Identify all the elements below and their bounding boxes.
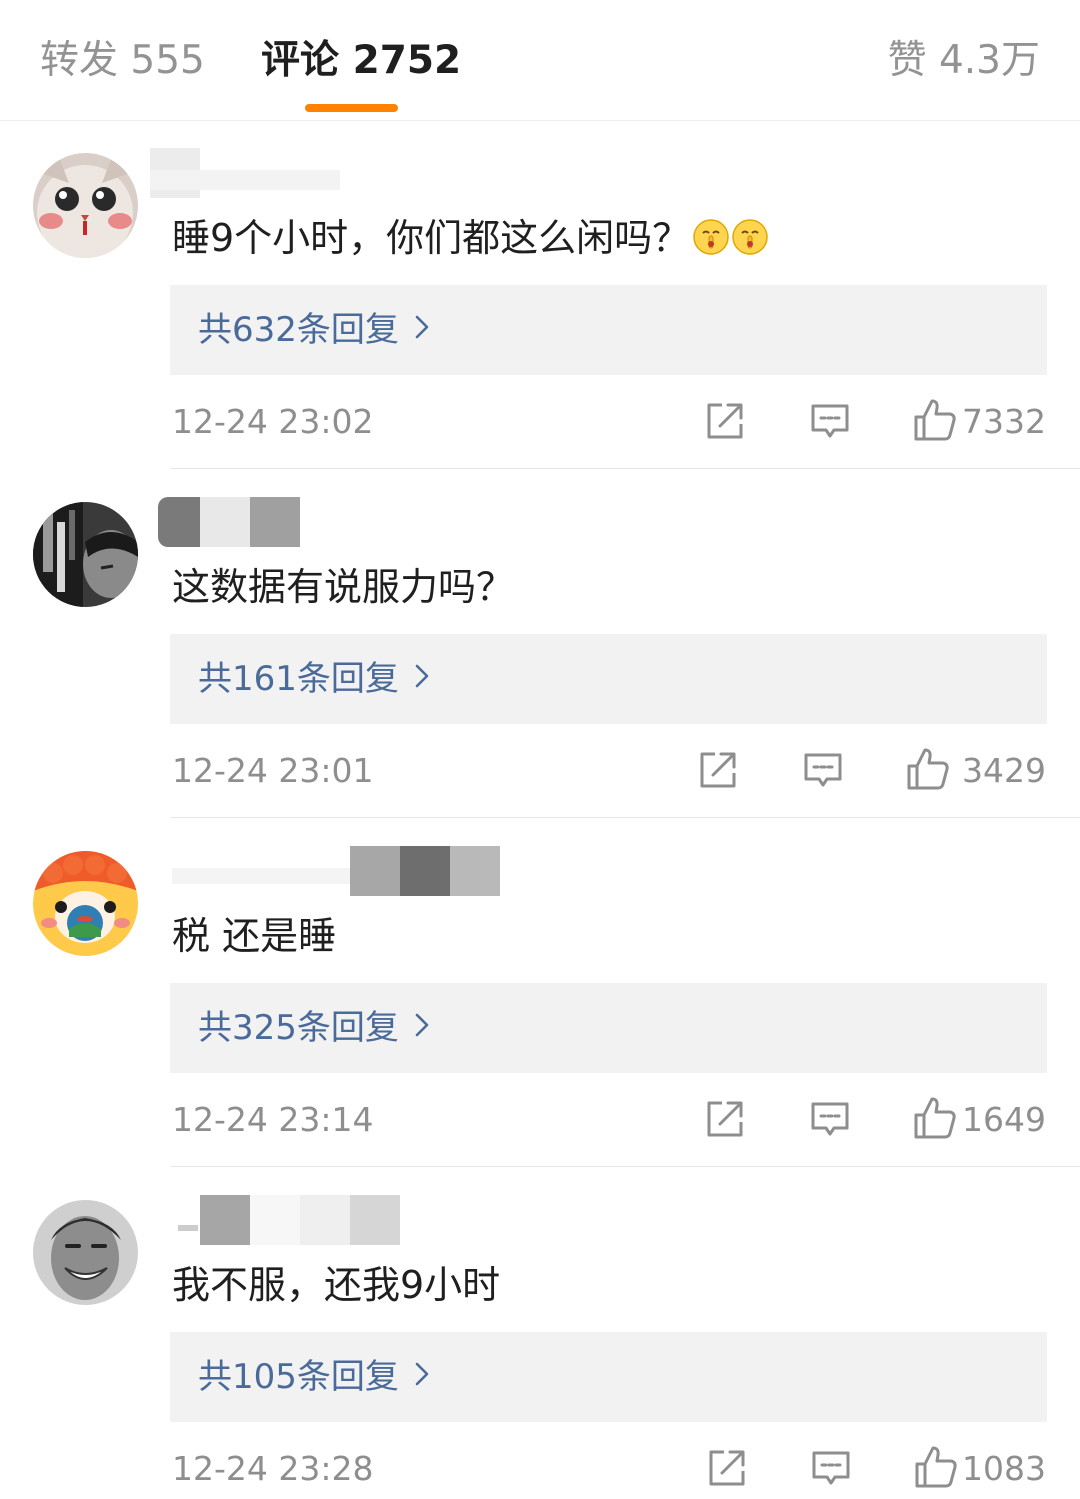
chevron-right-icon: [415, 1362, 429, 1386]
timestamp: 12-24 23:02: [172, 402, 374, 441]
comment-item: 睡9个小时，你们都这么闲吗？ 共632条回复 12-24 23:02 7332: [0, 120, 1080, 469]
comment-icon: [811, 1102, 849, 1136]
replies-count: 共161条回复: [198, 659, 399, 699]
repost-button[interactable]: [706, 1447, 748, 1489]
tab-bar: 转发 555 评论 2752 赞 4.3万: [0, 0, 1080, 121]
thumbs-up-icon: [914, 399, 956, 441]
like-count: 7332: [962, 402, 1046, 441]
comment-text: 这数据有说服力吗？: [172, 557, 514, 617]
avatar[interactable]: [33, 1200, 138, 1305]
view-replies-link[interactable]: 共632条回复: [198, 303, 429, 357]
thumbs-up-icon: [907, 748, 949, 790]
comment-text-content: 睡9个小时，你们都这么闲吗？: [172, 216, 691, 260]
comment-item: 这数据有说服力吗？ 共161条回复 12-24 23:01 3429: [0, 469, 1080, 818]
chevron-right-icon: [415, 315, 429, 339]
timestamp: 12-24 23:01: [172, 751, 374, 790]
replies-count: 共325条回复: [198, 1008, 399, 1048]
thumbs-up-icon: [915, 1446, 957, 1488]
shush-emoji-icon: [693, 219, 729, 255]
repost-button[interactable]: [704, 1098, 746, 1140]
like-count: 1649: [962, 1100, 1046, 1139]
chevron-right-icon: [415, 664, 429, 688]
like-button[interactable]: [905, 746, 951, 792]
avatar[interactable]: [33, 851, 138, 956]
share-icon: [707, 1101, 743, 1137]
view-replies-link[interactable]: 共325条回复: [198, 1001, 429, 1055]
comment-icon: [811, 404, 849, 438]
like-button[interactable]: [912, 1095, 958, 1141]
active-tab-indicator: [305, 104, 398, 112]
replies-box: 共632条回复: [170, 285, 1047, 375]
tab-reposts[interactable]: 转发 555: [40, 34, 205, 88]
tab-comments[interactable]: 评论 2752: [261, 34, 461, 88]
comment-button[interactable]: [809, 1098, 851, 1140]
tab-likes[interactable]: 赞 4.3万: [888, 34, 1040, 88]
avatar[interactable]: [33, 153, 138, 258]
timestamp: 12-24 23:28: [172, 1449, 374, 1488]
comment-item: 我不服，还我9小时 共105条回复 12-24 23:28 1083: [0, 1167, 1080, 1499]
comment-text-content: 我不服，还我9小时: [172, 1263, 501, 1307]
comment-item: 税 还是睡 共325条回复 12-24 23:14 1649: [0, 818, 1080, 1167]
replies-box: 共325条回复: [170, 983, 1047, 1073]
repost-button[interactable]: [704, 400, 746, 442]
comment-button[interactable]: [802, 749, 844, 791]
comment-icon: [812, 1451, 850, 1485]
comments-page: 转发 555 评论 2752 赞 4.3万 睡9个小时，你们都这么闲吗？ 共63…: [0, 0, 1080, 1499]
shush-emoji-icon: [732, 219, 768, 255]
replies-count: 共105条回复: [198, 1357, 399, 1397]
comment-text: 税 还是睡: [172, 906, 336, 966]
comment-icon: [804, 753, 842, 787]
view-replies-link[interactable]: 共105条回复: [198, 1350, 429, 1404]
timestamp: 12-24 23:14: [172, 1100, 374, 1139]
repost-button[interactable]: [697, 749, 739, 791]
replies-box: 共105条回复: [170, 1332, 1047, 1422]
replies-count: 共632条回复: [198, 310, 399, 350]
comment-text: 我不服，还我9小时: [172, 1255, 500, 1315]
share-icon: [709, 1450, 745, 1486]
chevron-right-icon: [415, 1013, 429, 1037]
comment-text: 睡9个小时，你们都这么闲吗？: [172, 208, 768, 268]
thumbs-up-icon: [914, 1097, 956, 1139]
share-icon: [700, 752, 736, 788]
comment-text-content: 这数据有说服力吗？: [172, 565, 515, 609]
like-button[interactable]: [912, 397, 958, 443]
comment-text-content: 税 还是睡: [172, 914, 337, 958]
like-count: 3429: [962, 751, 1046, 790]
like-count: 1083: [962, 1449, 1046, 1488]
like-button[interactable]: [913, 1444, 959, 1490]
replies-box: 共161条回复: [170, 634, 1047, 724]
view-replies-link[interactable]: 共161条回复: [198, 652, 429, 706]
comment-button[interactable]: [810, 1447, 852, 1489]
comment-button[interactable]: [809, 400, 851, 442]
avatar[interactable]: [33, 502, 138, 607]
share-icon: [707, 403, 743, 439]
